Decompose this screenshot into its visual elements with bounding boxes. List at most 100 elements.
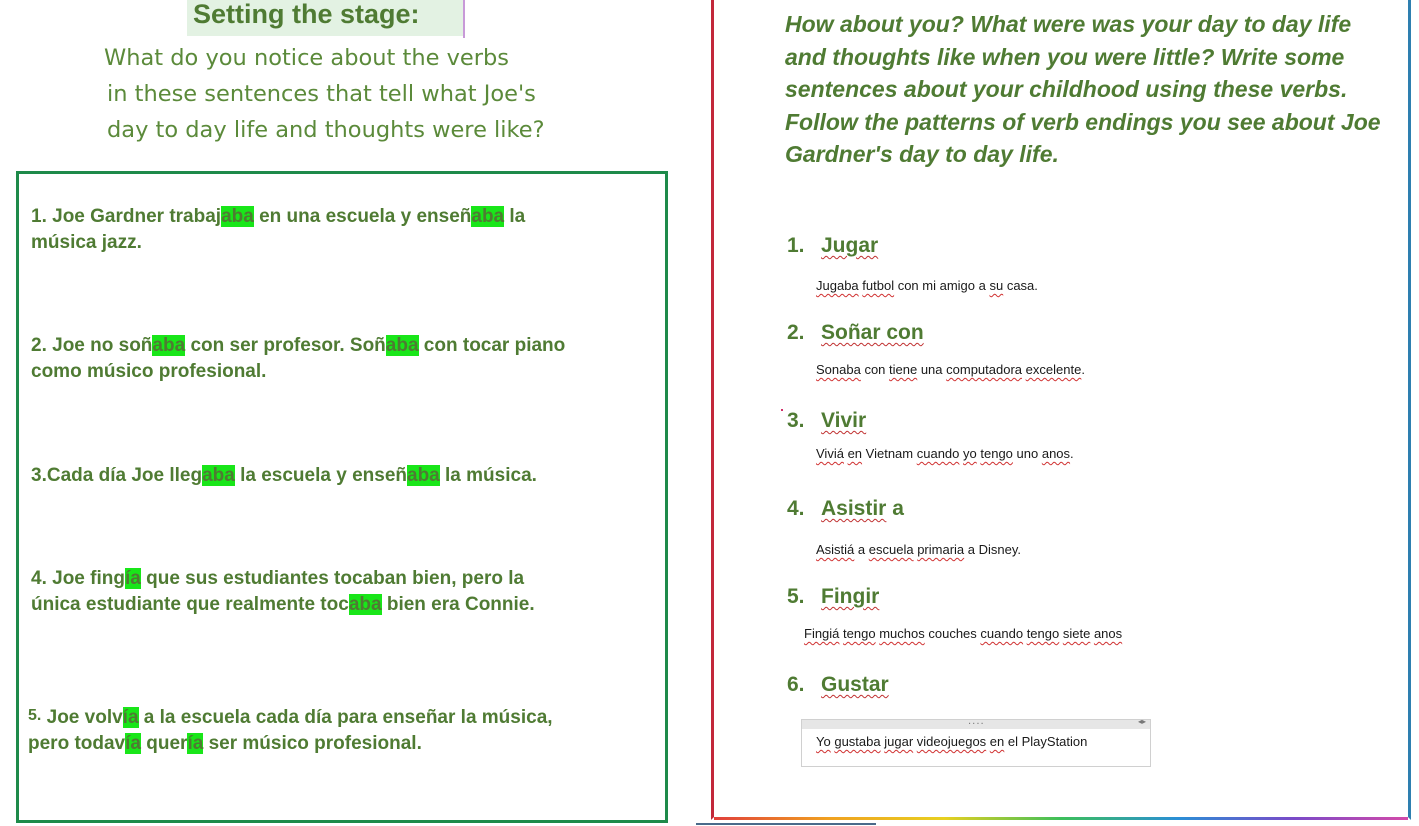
- sentence-line-1: 2. Joe no soñaba con ser profesor. Soñab…: [31, 333, 661, 359]
- resize-arrows-icon[interactable]: ◂▸: [1138, 717, 1146, 726]
- highlighted-verb-ending: ía: [124, 568, 141, 589]
- example-sentence: 4. Joe fingía que sus estudiantes tocaba…: [31, 566, 661, 618]
- verb-heading-vivir: 3. Vivir: [787, 408, 866, 434]
- misspelled-word: excelente: [1025, 362, 1082, 377]
- verb-number: 5.: [787, 585, 805, 608]
- verb-word: Fingir: [821, 585, 880, 608]
- sentence-number: 5.: [28, 707, 42, 724]
- highlighted-verb-ending: aba: [407, 465, 440, 486]
- highlighted-verb-ending: aba: [152, 335, 186, 356]
- highlighted-verb-ending: ía: [122, 707, 139, 728]
- misspelled-word: en: [989, 734, 1005, 749]
- answer-text[interactable]: Fingiá tengo muchos couches cuando tengo…: [804, 625, 1122, 643]
- sentence-line-2: música jazz.: [31, 230, 661, 256]
- sentence-line-2: pero todavía quería ser músico profesion…: [28, 731, 658, 757]
- answer-text[interactable]: Jugaba futbol con mi amigo a su casa.: [816, 277, 1038, 295]
- intro-line: day to day life and thoughts were like?: [107, 117, 545, 143]
- misspelled-word: cuando: [980, 626, 1024, 641]
- intro-line: What do you notice about the verbs: [104, 45, 509, 71]
- intro-line: in these sentences that tell what Joe's: [107, 81, 536, 107]
- sentence-text: a la escuela cada día para enseñar la mú…: [138, 707, 553, 728]
- misspelled-word: cuando: [916, 446, 960, 461]
- answer-word: couches: [924, 626, 981, 641]
- verb-word: Asistir: [821, 497, 887, 520]
- misspelled-word: anos: [1093, 626, 1123, 641]
- highlighted-verb-ending: aba: [202, 465, 235, 486]
- sentence-text: la escuela y enseñ: [234, 465, 407, 486]
- misspelled-word: en: [847, 446, 863, 461]
- misspelled-word: Viviá: [816, 446, 844, 461]
- intro-question: What do you notice about the verbs in th…: [96, 40, 586, 148]
- misspelled-word: su: [989, 278, 1004, 293]
- verb-number: 1.: [787, 234, 805, 257]
- sentence-text: con tocar piano: [418, 335, 566, 356]
- prompt-line: sentences about your childhood using the…: [785, 76, 1348, 102]
- sentence-text: música jazz.: [31, 232, 142, 253]
- prompt-line: and thoughts like when you were little? …: [785, 43, 1345, 70]
- sentence-text: pero todav: [28, 733, 126, 754]
- misspelled-word: futbol: [862, 278, 895, 293]
- misspelled-word: escuela: [868, 542, 914, 557]
- highlighted-verb-ending: aba: [348, 594, 382, 615]
- answer-word: una: [917, 362, 947, 377]
- example-sentence: 5. Joe volvía a la escuela cada día para…: [28, 703, 658, 757]
- answer-word: el PlayStation: [1004, 734, 1088, 749]
- answer-word: casa.: [1003, 278, 1038, 293]
- answer-word: .: [1070, 446, 1074, 461]
- misspelled-word: Asistiá: [816, 542, 855, 557]
- verb-heading-asistir-a: 4. Asistir a: [787, 496, 904, 522]
- highlighted-verb-ending: ía: [125, 733, 141, 754]
- highlighted-verb-ending: ía: [187, 733, 204, 754]
- misspelled-word: tiene: [889, 362, 918, 377]
- divider: [696, 823, 876, 825]
- answer-text[interactable]: Asistiá a escuela primaria a Disney.: [816, 541, 1021, 559]
- misspelled-word: jugar: [884, 734, 914, 749]
- prompt-line: How about you? What were was your day to…: [785, 11, 1352, 37]
- answer-text[interactable]: Viviá en Vietnam cuando yo tengo uno ano…: [816, 445, 1074, 463]
- stray-mark: [781, 409, 783, 411]
- misspelled-word: siete: [1062, 626, 1091, 641]
- sentence-text: 4. Joe fing: [31, 568, 125, 589]
- highlighted-verb-ending: aba: [471, 206, 505, 227]
- answer-word: a: [854, 542, 869, 557]
- answer-text[interactable]: Yo gustaba jugar videojuegos en el PlayS…: [816, 733, 1087, 751]
- sentence-text: 3.Cada día Joe lleg: [31, 465, 203, 486]
- answer-word: Vietnam: [862, 446, 917, 461]
- grip-dots-icon[interactable]: ....: [968, 716, 985, 727]
- verb-word: Gustar: [821, 673, 889, 696]
- answer-text[interactable]: Sonaba con tiene una computadora excelen…: [816, 361, 1085, 379]
- sentence-text: la música.: [439, 465, 537, 486]
- verb-word: Jugar: [821, 234, 879, 257]
- sentence-text: en una escuela y enseñ: [253, 206, 472, 227]
- verb-rest: a: [886, 497, 904, 520]
- sentence-text: ser músico profesional.: [203, 733, 422, 754]
- prompt-line: Follow the patterns of verb endings you …: [785, 108, 1381, 135]
- highlighted-verb-ending: aba: [385, 335, 419, 356]
- example-sentence: 3.Cada día Joe llegaba la escuela y ense…: [31, 463, 661, 489]
- misspelled-word: primaria: [917, 542, 965, 557]
- misspelled-word: computadora: [946, 362, 1023, 377]
- misspelled-word: gustaba: [834, 734, 881, 749]
- sentence-text: con ser profesor. Soñ: [185, 335, 386, 356]
- answer-word: uno: [1012, 446, 1042, 461]
- prompt-line: Gardner's day to day life.: [785, 141, 1059, 167]
- example-sentence: 1. Joe Gardner trabajaba en una escuela …: [31, 204, 661, 256]
- verb-heading-jugar: 1. Jugar: [787, 233, 878, 259]
- answer-word: con mi amigo a: [894, 278, 990, 293]
- sentence-text: 1. Joe Gardner trabaj: [31, 206, 222, 227]
- misspelled-word: yo: [963, 446, 977, 461]
- text-box-handle[interactable]: .... ◂▸: [802, 716, 1150, 729]
- misspelled-word: tengo: [843, 626, 876, 641]
- highlighted-verb-ending: aba: [221, 206, 254, 227]
- verb-heading-sonar-con: 2. Soñar con: [787, 320, 924, 346]
- sentence-text: bien era Connie.: [381, 594, 535, 615]
- verb-number: 3.: [787, 409, 805, 432]
- verb-number: 4.: [787, 497, 805, 520]
- sentence-text: Joe volv: [41, 707, 123, 728]
- answer-word: a Disney.: [964, 542, 1022, 557]
- example-sentences-box: 1. Joe Gardner trabajaba en una escuela …: [16, 171, 668, 823]
- misspelled-word: Yo: [816, 734, 831, 749]
- misspelled-word: anos: [1041, 446, 1071, 461]
- misspelled-word: Sonaba: [816, 362, 861, 377]
- sentence-line-2: como músico profesional.: [31, 359, 661, 385]
